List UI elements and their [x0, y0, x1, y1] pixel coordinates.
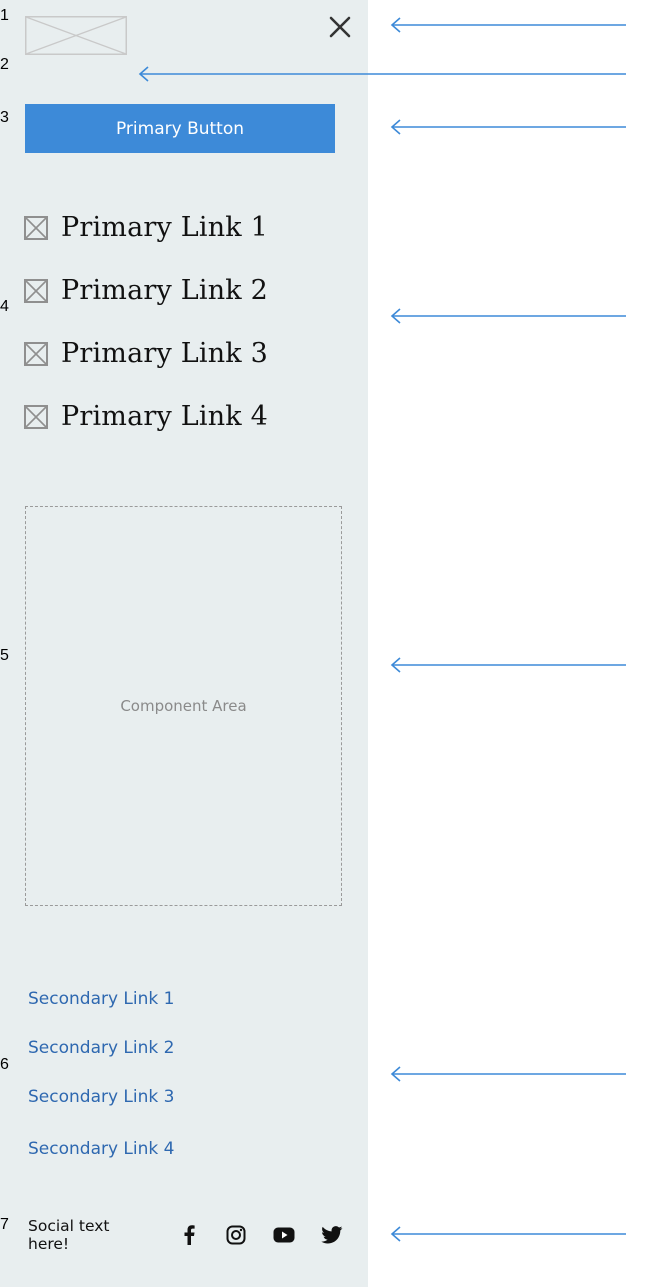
component-area: Component Area	[25, 506, 342, 906]
callout-arrow	[390, 119, 626, 135]
callout-arrow	[390, 308, 626, 324]
navigation-drawer: Primary Button Primary Link 1 Primary Li…	[0, 0, 368, 1287]
image-placeholder-icon	[24, 404, 48, 429]
primary-link-label: Primary Link 1	[61, 212, 269, 243]
callout-7: 7	[0, 1216, 658, 1252]
primary-link-4[interactable]: Primary Link 4	[24, 385, 354, 448]
secondary-link-1[interactable]: Secondary Link 1	[28, 982, 174, 1031]
callout-arrow	[390, 17, 626, 33]
image-placeholder-icon	[24, 341, 48, 366]
callout-5: 5	[0, 647, 658, 683]
callout-6: 6	[0, 1056, 658, 1092]
callout-arrow	[390, 1066, 626, 1082]
primary-link-label: Primary Link 3	[61, 338, 269, 369]
component-area-label: Component Area	[120, 697, 247, 715]
primary-link-1[interactable]: Primary Link 1	[24, 196, 354, 259]
callout-2: 2	[0, 56, 658, 92]
callout-arrow	[138, 66, 626, 82]
callout-arrow	[390, 1226, 626, 1242]
secondary-link-4[interactable]: Secondary Link 4	[28, 1132, 174, 1181]
callout-1: 1	[0, 7, 658, 43]
callout-3: 3	[0, 109, 658, 145]
callout-arrow	[390, 657, 626, 673]
image-placeholder-icon	[24, 215, 48, 240]
annotated-wireframe: Primary Button Primary Link 1 Primary Li…	[0, 0, 658, 1287]
primary-link-label: Primary Link 4	[61, 401, 269, 432]
callout-4: 4	[0, 298, 658, 334]
